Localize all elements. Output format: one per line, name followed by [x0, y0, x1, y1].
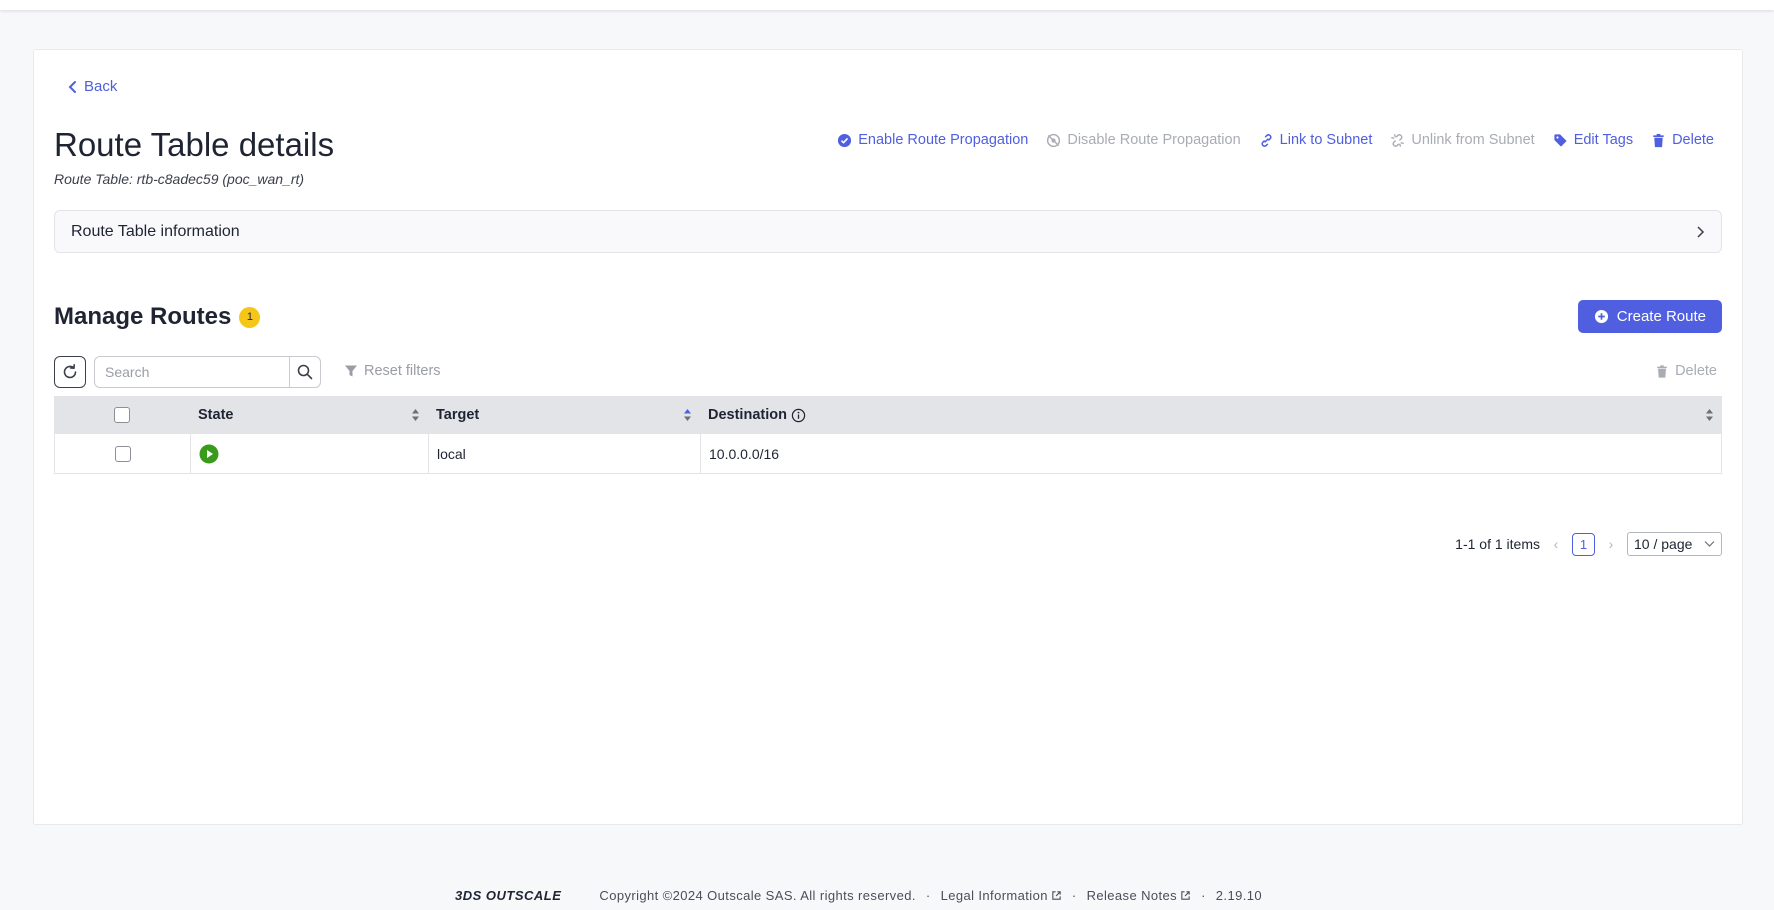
column-label: State: [198, 407, 234, 423]
chevron-right-icon: [1697, 225, 1705, 238]
separator-dot: ·: [1071, 888, 1077, 903]
top-bar: [0, 0, 1774, 10]
link-icon: [1261, 133, 1272, 147]
legal-information-link[interactable]: Legal Information: [941, 888, 1062, 903]
reset-filters-button[interactable]: Reset filters: [344, 363, 441, 379]
page-size-select[interactable]: 10 / page: [1627, 532, 1722, 556]
manage-routes-header: Manage Routes 1: [54, 303, 261, 331]
create-route-button[interactable]: Create Route: [1577, 300, 1722, 333]
action-label: Link to Subnet: [1279, 132, 1373, 148]
select-all-checkbox[interactable]: [114, 407, 130, 423]
action-label: Enable Route Propagation: [858, 132, 1029, 148]
external-link-icon: [1181, 891, 1190, 900]
search-icon: [297, 364, 313, 380]
check-circle-icon: [838, 133, 852, 147]
unlink-icon: [1391, 133, 1405, 147]
search-input[interactable]: [94, 356, 290, 388]
delete-label: Delete: [1675, 363, 1717, 379]
refresh-icon: [63, 364, 77, 379]
eye-slash-icon: [1047, 133, 1061, 147]
edit-tags-button[interactable]: Edit Tags: [1553, 132, 1633, 148]
column-header-target[interactable]: Target: [428, 396, 700, 434]
separator-dot: ·: [925, 888, 931, 903]
column-label: Destination: [708, 407, 787, 423]
running-state-icon: [199, 444, 219, 463]
unlink-from-subnet-button[interactable]: Unlink from Subnet: [1390, 132, 1535, 148]
pagination: 1-1 of 1 items ‹ 1 › 10 / page: [1455, 532, 1722, 556]
page-size-value: 10 / page: [1634, 536, 1693, 552]
footer: 3DS OUTSCALE Copyright ©2024 Outscale SA…: [455, 888, 1262, 903]
routes-table: State Target Destination local 10.0.0.0/…: [54, 396, 1722, 474]
route-table-information-accordion[interactable]: Route Table information: [54, 210, 1722, 253]
table-toolbar: Reset filters Delete: [54, 356, 1722, 388]
sort-icon: [684, 409, 691, 421]
disable-route-propagation-button[interactable]: Disable Route Propagation: [1046, 132, 1241, 148]
legal-label: Legal Information: [940, 888, 1048, 903]
action-label: Delete: [1672, 132, 1714, 148]
page-title: Route Table details: [54, 126, 335, 163]
column-label: Target: [436, 407, 480, 423]
link-to-subnet-button[interactable]: Link to Subnet: [1259, 132, 1373, 148]
back-link[interactable]: Back: [68, 78, 117, 95]
column-header-destination[interactable]: Destination: [700, 396, 1722, 434]
count-badge: 1: [239, 306, 261, 328]
row-select-cell: [55, 434, 191, 473]
table-header: State Target Destination: [54, 396, 1722, 434]
refresh-button[interactable]: [54, 356, 86, 388]
search-button[interactable]: [289, 356, 321, 388]
table-row[interactable]: local 10.0.0.0/16: [54, 434, 1722, 474]
reset-filters-label: Reset filters: [364, 363, 441, 379]
external-link-icon: [1052, 891, 1061, 900]
info-icon[interactable]: [791, 408, 806, 423]
page-number-button[interactable]: 1: [1572, 532, 1595, 556]
select-all-cell: [54, 396, 190, 434]
release-label: Release Notes: [1086, 888, 1178, 903]
prev-page-button[interactable]: ‹: [1550, 536, 1562, 552]
accordion-label: Route Table information: [71, 222, 240, 240]
copyright-text: Copyright ©2024 Outscale SAS. All rights…: [599, 888, 916, 903]
row-checkbox[interactable]: [114, 445, 131, 462]
action-label: Unlink from Subnet: [1411, 132, 1535, 148]
pagination-summary: 1-1 of 1 items: [1455, 536, 1540, 552]
back-label: Back: [84, 78, 118, 95]
tag-icon: [1554, 133, 1567, 147]
next-page-button[interactable]: ›: [1605, 536, 1617, 552]
target-cell: local: [429, 434, 701, 473]
chevron-left-icon: [68, 80, 76, 93]
chevron-down-icon: [1704, 541, 1715, 547]
delete-route-table-button[interactable]: Delete: [1651, 132, 1714, 148]
outscale-logo: 3DS OUTSCALE: [455, 888, 562, 903]
action-bar: Enable Route Propagation Disable Route P…: [837, 132, 1714, 148]
delete-routes-button[interactable]: Delete: [1655, 363, 1717, 379]
section-title: Manage Routes: [54, 303, 232, 330]
enable-route-propagation-button[interactable]: Enable Route Propagation: [837, 132, 1028, 148]
create-route-label: Create Route: [1616, 308, 1706, 325]
trash-icon: [1653, 133, 1664, 147]
page-subtitle: Route Table: rtb-c8adec59 (poc_wan_rt): [54, 171, 305, 187]
sort-icon: [1706, 409, 1713, 421]
destination-cell: 10.0.0.0/16: [709, 445, 780, 462]
release-notes-link[interactable]: Release Notes: [1087, 888, 1191, 903]
action-label: Disable Route Propagation: [1067, 132, 1241, 148]
trash-icon: [1657, 364, 1667, 378]
sort-icon: [412, 409, 419, 421]
filter-icon: [345, 365, 357, 377]
separator-dot: ·: [1201, 888, 1206, 903]
version-text: 2.19.10: [1215, 888, 1262, 903]
main-card: Back Route Table details Route Table: rt…: [33, 49, 1743, 825]
plus-circle-icon: [1594, 309, 1608, 324]
action-label: Edit Tags: [1573, 132, 1634, 148]
state-cell: [191, 434, 429, 473]
column-header-state[interactable]: State: [190, 396, 428, 434]
